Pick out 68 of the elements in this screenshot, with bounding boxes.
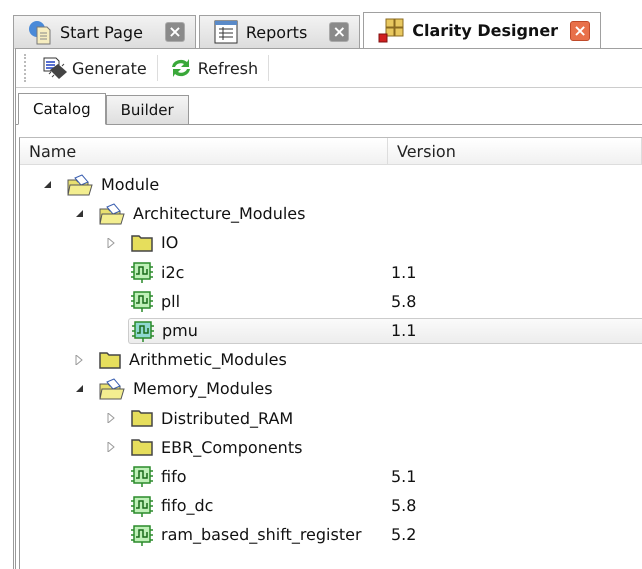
version-cell: 5.2 xyxy=(391,525,416,544)
open-folder-icon xyxy=(98,378,126,400)
version-cell: 5.8 xyxy=(391,496,416,516)
chip-document-icon xyxy=(42,56,68,80)
globe-document-icon xyxy=(28,19,52,45)
folder-name: Memory_Modules xyxy=(133,379,273,398)
version-cell: 1.1 xyxy=(391,321,416,340)
document-tab[interactable]: Reports × xyxy=(198,15,360,48)
folder-item[interactable]: IO xyxy=(128,230,388,256)
component-item[interactable]: i2c xyxy=(128,259,388,286)
chip-icon xyxy=(130,494,154,517)
folder-name: IO xyxy=(161,233,178,252)
component-item[interactable]: fifo xyxy=(128,463,388,490)
folder-name: Distributed_RAM xyxy=(161,408,294,428)
folder-item[interactable]: EBR_Components xyxy=(128,434,388,460)
module-name: ram_based_shift_register xyxy=(161,525,362,544)
collapse-arrow-icon[interactable] xyxy=(42,180,52,190)
tab-label: Reports xyxy=(246,22,308,42)
table-report-icon xyxy=(214,20,238,44)
panel-tab[interactable]: Builder xyxy=(106,95,189,124)
chip-icon xyxy=(130,261,154,284)
open-folder-icon xyxy=(98,202,126,225)
folder-name: Arithmetic_Modules xyxy=(129,350,287,370)
tab-label: Clarity Designer xyxy=(412,21,558,40)
folder-item[interactable]: Module xyxy=(64,172,388,198)
chip-icon xyxy=(130,290,154,312)
column-header[interactable]: Version xyxy=(388,138,642,164)
blocks-icon xyxy=(378,18,404,44)
folder-icon xyxy=(130,437,154,458)
folder-icon xyxy=(98,350,122,370)
document-tab[interactable]: Clarity Designer × xyxy=(363,12,602,48)
folder-name: Module xyxy=(101,175,160,194)
collapse-arrow-icon[interactable] xyxy=(74,208,84,219)
folder-icon xyxy=(130,232,154,253)
open-folder-icon xyxy=(66,174,94,196)
tab-label: Start Page xyxy=(60,22,143,42)
folder-item[interactable]: Arithmetic_Modules xyxy=(96,346,388,373)
generate-button[interactable]: Generate xyxy=(42,55,158,81)
module-name: pll xyxy=(161,292,180,311)
version-cell: 5.8 xyxy=(391,292,416,311)
expand-arrow-icon[interactable] xyxy=(74,354,84,365)
folder-item[interactable]: Memory_Modules xyxy=(96,376,388,402)
folder-item[interactable]: Distributed_RAM xyxy=(128,405,388,432)
component-item[interactable]: ram_based_shift_register xyxy=(128,522,388,548)
document-tab[interactable]: Start Page × xyxy=(13,15,196,48)
column-header[interactable]: Name xyxy=(20,138,388,164)
folder-name: Architecture_Modules xyxy=(133,204,306,224)
component-item[interactable]: fifo_dc xyxy=(128,492,388,519)
chip-icon xyxy=(131,320,155,342)
module-name: fifo xyxy=(161,466,186,486)
folder-item[interactable]: Architecture_Modules xyxy=(96,200,388,227)
version-cell: 1.1 xyxy=(391,262,416,282)
version-cell: 5.1 xyxy=(391,466,416,486)
collapse-arrow-icon[interactable] xyxy=(74,384,84,394)
chip-icon xyxy=(130,465,154,488)
module-name: i2c xyxy=(161,262,184,282)
expand-arrow-icon[interactable] xyxy=(106,442,116,452)
folder-name: EBR_Components xyxy=(161,438,302,457)
component-item[interactable]: pmu xyxy=(128,318,389,344)
chip-icon xyxy=(130,524,154,546)
component-item[interactable]: pll xyxy=(128,288,388,314)
folder-icon xyxy=(130,408,154,428)
expand-arrow-icon[interactable] xyxy=(106,238,116,248)
expand-arrow-icon[interactable] xyxy=(106,413,116,424)
refresh-button[interactable]: Refresh xyxy=(168,55,270,81)
panel-tab[interactable]: Catalog xyxy=(18,93,106,125)
module-name: fifo_dc xyxy=(161,496,214,516)
module-name: pmu xyxy=(162,321,198,340)
